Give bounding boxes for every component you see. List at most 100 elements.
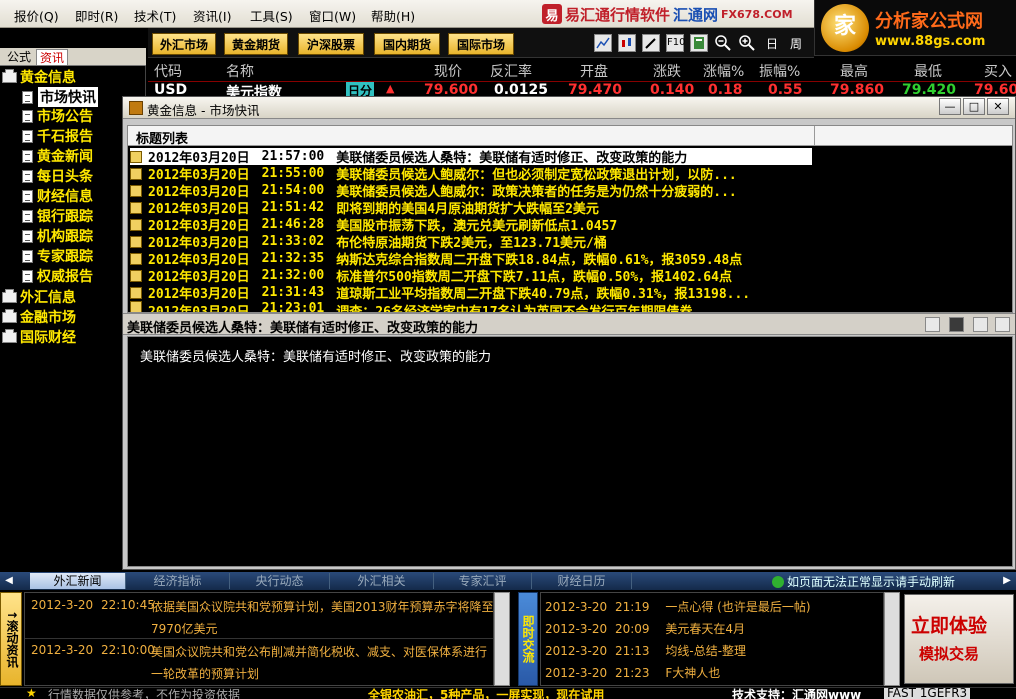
quote-bid: 79.60: [974, 82, 1016, 96]
col-inverse-rate[interactable]: 反汇率: [490, 61, 532, 81]
chat-date: 2012-3-20: [545, 666, 608, 680]
day-period-button[interactable]: 日: [766, 35, 778, 52]
menu-realtime[interactable]: 即时(R): [75, 6, 118, 25]
tree-item-daily-headline[interactable]: 每日头条: [22, 166, 93, 186]
scroll-news-text[interactable]: 美国众议院共和党公布削减并简化税收、减支、对医保体系进行: [151, 643, 487, 660]
news-row[interactable]: 2012年03月20日 21:46:28 美国股市振荡下跌，澳元兑美元刷新低点1…: [130, 216, 812, 233]
tree-item-market-notice[interactable]: 市场公告: [22, 106, 93, 126]
quote-period-tag[interactable]: 日分: [346, 82, 375, 96]
news-row[interactable]: 2012年03月20日 21:33:02 布伦特原油期货下跌2美元，至123.7…: [130, 233, 812, 250]
tree-item-institution-tracking[interactable]: 机构跟踪: [22, 226, 93, 246]
maximize-button[interactable]: □: [963, 98, 985, 115]
ad-banner-top[interactable]: 家 分析家公式网 www.88gs.com: [814, 0, 1016, 56]
forex-market-button[interactable]: 外汇市场: [152, 33, 216, 55]
news-row[interactable]: 2012年03月20日 21:32:00 标准普尔500指数周二开盘下跌7.11…: [130, 267, 812, 284]
gold-futures-button[interactable]: 黄金期货: [224, 33, 288, 55]
tree-item-finance-info[interactable]: 财经信息: [22, 186, 93, 206]
col-name[interactable]: 名称: [226, 61, 254, 81]
chat-item[interactable]: 2012-3-20 20:09 美元春天在4月: [545, 620, 745, 637]
week-period-button[interactable]: 周: [790, 35, 802, 52]
col-low[interactable]: 最低: [914, 61, 942, 81]
tab-forex-related[interactable]: 外汇相关: [330, 573, 434, 589]
tree-item-qianshi-report[interactable]: 千石报告: [22, 126, 93, 146]
column-divider[interactable]: [814, 126, 815, 146]
menu-help[interactable]: 帮助(H): [371, 6, 415, 25]
news-row[interactable]: 2012年03月20日 21:32:35 纳斯达克综合指数周二开盘下跌18.84…: [130, 250, 812, 267]
news-row[interactable]: 2012年03月20日 21:57:00 美联储委员候选人桑特：美联储有适时修正…: [130, 148, 812, 165]
scroll-news-text[interactable]: 依据美国众议院共和党预算计划，美国2013财年预算赤字将降至: [151, 598, 494, 615]
tree-folder-gold-info[interactable]: 黄金信息: [2, 67, 76, 87]
tab-info[interactable]: 资讯: [36, 49, 69, 65]
tree-item-authority-report[interactable]: 权威报告: [22, 266, 93, 286]
instant-chat-label[interactable]: 即时交流: [518, 592, 538, 686]
close-button[interactable]: ✕: [987, 98, 1009, 115]
tab-forex-news[interactable]: 外汇新闻: [30, 573, 126, 589]
scrolling-news-scrollbar[interactable]: [494, 592, 510, 686]
instant-chat-scrollbar[interactable]: [884, 592, 900, 686]
refresh-notice[interactable]: 如页面无法正常显示请手动刷新: [772, 573, 955, 590]
scroll-news-text-cont[interactable]: 7970亿美元: [151, 620, 218, 637]
news-row[interactable]: 2012年03月20日 21:51:42 即将到期的美国4月原油期货扩大跌幅至2…: [130, 199, 812, 216]
scrolling-news-label[interactable]: ↑滚动资讯: [0, 592, 22, 686]
tab-expert-review[interactable]: 专家汇评: [434, 573, 532, 589]
tree-item-bank-tracking[interactable]: 银行跟踪: [22, 206, 93, 226]
tab-economic-indicators[interactable]: 经济指标: [126, 573, 230, 589]
col-amplitude[interactable]: 振幅%: [759, 61, 800, 81]
status-support[interactable]: 技术支持：汇通网www: [732, 688, 861, 699]
status-promo[interactable]: 全银农油汇，5种产品，一屏实现，现在试用: [368, 688, 604, 699]
chat-item[interactable]: 2012-3-20 21:13 均线-总结-整理: [545, 642, 746, 659]
export-icon[interactable]: [995, 317, 1010, 332]
pen-draw-icon[interactable]: [642, 34, 660, 52]
minimize-button[interactable]: —: [939, 98, 961, 115]
zoom-out-icon[interactable]: [714, 34, 732, 52]
news-row[interactable]: 2012年03月20日 21:55:00 美联储委员候选人鲍威尔：但也必须制定宽…: [130, 165, 812, 182]
ad-banner-simulated-trading[interactable]: 立即体验 模拟交易: [904, 594, 1014, 684]
col-open[interactable]: 开盘: [580, 61, 608, 81]
zoom-in-icon[interactable]: [738, 34, 756, 52]
news-list-header-label[interactable]: 标题列表: [136, 128, 188, 147]
sh-sz-stocks-button[interactable]: 沪深股票: [298, 33, 364, 55]
chat-item[interactable]: 2012-3-20 21:23 F大神人也: [545, 664, 720, 681]
menu-tools[interactable]: 工具(S): [250, 6, 293, 25]
left-panel-close-icon[interactable]: ×: [128, 28, 146, 46]
chat-item[interactable]: 2012-3-20 21:19 一点心得 (也许是最后一帖): [545, 598, 811, 615]
domestic-futures-button[interactable]: 国内期货: [374, 33, 440, 55]
col-price[interactable]: 现价: [434, 61, 462, 81]
save-icon[interactable]: [949, 317, 964, 332]
line-chart-icon[interactable]: [594, 34, 612, 52]
calculator-icon[interactable]: [690, 34, 708, 52]
tabs-right-arrow-icon[interactable]: ▶: [1000, 573, 1014, 589]
tab-central-bank[interactable]: 央行动态: [230, 573, 330, 589]
col-high[interactable]: 最高: [840, 61, 868, 81]
col-code[interactable]: 代码: [154, 61, 182, 81]
col-bid[interactable]: 买入: [984, 61, 1012, 81]
tree-item-gold-news[interactable]: 黄金新闻: [22, 146, 93, 166]
news-row[interactable]: 2012年03月20日 21:54:00 美联储委员候选人鲍威尔：政策决策者的任…: [130, 182, 812, 199]
tree-folder-financial-market[interactable]: 金融市场: [2, 307, 76, 327]
scroll-news-text-cont[interactable]: 一轮改革的预算计划: [151, 665, 259, 682]
col-change[interactable]: 涨跌: [653, 61, 681, 81]
f10-icon[interactable]: F10: [666, 34, 685, 52]
menu-info[interactable]: 资讯(I): [193, 6, 231, 25]
col-change-pct[interactable]: 涨幅%: [703, 61, 744, 81]
menu-quote[interactable]: 报价(Q): [14, 6, 59, 25]
candlestick-chart-icon[interactable]: [618, 34, 636, 52]
quote-table-row[interactable]: USD 美元指数 日分 ▲ 79.600 0.0125 79.470 0.140…: [148, 82, 1016, 96]
news-window-titlebar[interactable]: 黄金信息 - 市场快讯 — □ ✕: [123, 97, 1015, 119]
tree-folder-forex-info[interactable]: 外汇信息: [2, 287, 76, 307]
tab-finance-calendar[interactable]: 财经日历: [532, 573, 632, 589]
menu-window[interactable]: 窗口(W): [309, 6, 356, 25]
tab-formula[interactable]: 公式: [4, 49, 34, 65]
tree-folder-intl-finance[interactable]: 国际财经: [2, 327, 76, 347]
menu-tech[interactable]: 技术(T): [134, 6, 176, 25]
scroll-news-item[interactable]: 2012-3-20 22:10:45: [31, 598, 155, 612]
tree-item-market-flash[interactable]: 市场快讯: [22, 86, 99, 108]
intl-market-button[interactable]: 国际市场: [448, 33, 514, 55]
copy-icon[interactable]: [973, 317, 988, 332]
news-row[interactable]: 2012年03月20日 21:31:43 道琼斯工业平均指数周二开盘下跌40.7…: [130, 284, 812, 301]
tree-item-expert-tracking[interactable]: 专家跟踪: [22, 246, 93, 266]
print-icon[interactable]: [925, 317, 940, 332]
tabs-left-arrow-icon[interactable]: ◀: [2, 573, 16, 589]
scroll-news-item[interactable]: 2012-3-20 22:10:00: [31, 643, 155, 657]
news-row[interactable]: 2012年03月20日 21:23:01 调查：26名经济学家中有17名认为英国…: [130, 301, 812, 312]
